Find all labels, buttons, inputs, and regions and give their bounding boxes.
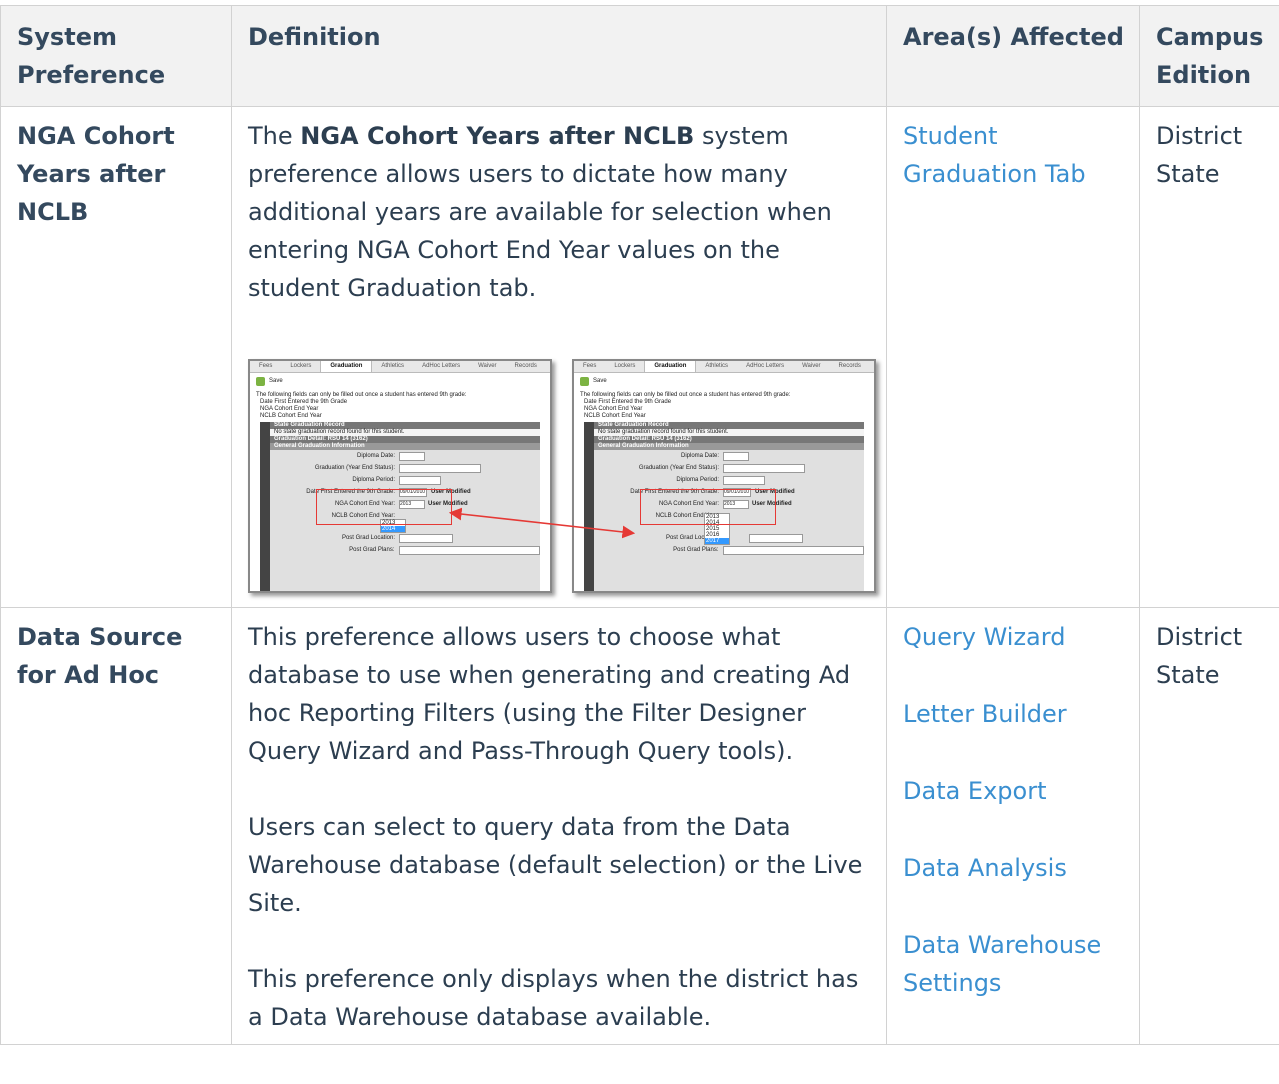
header-system-preference: System Preference bbox=[0, 5, 232, 107]
post-grad-plans-field bbox=[398, 545, 540, 555]
dropdown-option: 2017 bbox=[705, 538, 729, 544]
state-graduation-record: State Graduation Record bbox=[594, 422, 864, 429]
note-line: NCLB Cohort End Year bbox=[260, 413, 322, 419]
note-line: The following fields can only be filled … bbox=[580, 392, 791, 398]
link-data-warehouse-settings[interactable]: Data Warehouse Settings bbox=[903, 926, 1129, 1002]
tab-strip: Fees Lockers Graduation Athletics AdHoc … bbox=[574, 361, 874, 373]
general-info: General Graduation Information bbox=[270, 443, 540, 450]
definition-paragraph: This preference allows users to choose w… bbox=[248, 623, 851, 765]
header-areas-affected: Area(s) Affected bbox=[886, 5, 1140, 107]
link-data-export[interactable]: Data Export bbox=[903, 772, 1129, 810]
tab-athletics: Athletics bbox=[705, 363, 729, 369]
diploma-date-label: Diploma Date: bbox=[356, 452, 395, 459]
tab-strip: Fees Lockers Graduation Athletics AdHoc … bbox=[250, 361, 550, 373]
note-line: The following fields can only be filled … bbox=[256, 392, 467, 398]
tab-athletics: Athletics bbox=[381, 363, 405, 369]
dropdown-option: 2014 bbox=[381, 526, 405, 532]
post-grad-plans-label: Post Grad Plans: bbox=[349, 546, 395, 553]
link-data-analysis[interactable]: Data Analysis bbox=[903, 849, 1129, 887]
post-grad-plans-field bbox=[722, 545, 864, 555]
state-graduation-record: State Graduation Record bbox=[270, 422, 540, 429]
definition-paragraph: This preference only displays when the d… bbox=[248, 965, 859, 1031]
save-icon bbox=[580, 377, 589, 386]
tab-adhoc-letters: AdHoc Letters bbox=[422, 363, 461, 369]
tab-records: Records bbox=[838, 363, 861, 369]
diploma-period-label: Diploma Period: bbox=[676, 476, 719, 483]
note-line: Date First Entered the 9th Grade bbox=[584, 399, 672, 405]
screenshot-pair: Fees Lockers Graduation Athletics AdHoc … bbox=[248, 359, 876, 593]
definition-text: The NGA Cohort Years after NCLB system p… bbox=[248, 117, 876, 307]
note-line: NGA Cohort End Year bbox=[584, 406, 643, 412]
no-record-text: No state graduation record found for thi… bbox=[270, 429, 540, 436]
tab-lockers: Lockers bbox=[614, 363, 636, 369]
note-line: NCLB Cohort End Year bbox=[584, 413, 646, 419]
diploma-date-field bbox=[723, 451, 749, 461]
edition-cell: District State bbox=[1139, 607, 1279, 1045]
note-line: Date First Entered the 9th Grade bbox=[260, 399, 348, 405]
note-line: NGA Cohort End Year bbox=[260, 406, 319, 412]
highlight-box bbox=[316, 489, 452, 525]
post-grad-location-field bbox=[399, 533, 453, 543]
post-grad-location-label: Post Grad Location: bbox=[341, 534, 395, 541]
edition-district: District bbox=[1156, 623, 1243, 651]
graduation-screenshot-after: Fees Lockers Graduation Athletics AdHoc … bbox=[572, 359, 876, 593]
tab-fees: Fees bbox=[583, 363, 597, 369]
edition-district: District bbox=[1156, 122, 1243, 150]
definition-cell: The NGA Cohort Years after NCLB system p… bbox=[231, 106, 887, 608]
tab-waiver: Waiver bbox=[478, 363, 497, 369]
link-student-graduation-tab[interactable]: Student Graduation Tab bbox=[903, 117, 1129, 193]
graduation-status-label: Graduation (Year End Status): bbox=[314, 464, 395, 471]
header-row: System Preference Definition Area(s) Aff… bbox=[0, 5, 1279, 107]
graduation-status-field bbox=[399, 463, 481, 473]
tab-lockers: Lockers bbox=[290, 363, 312, 369]
grade-note: The following fields can only be filled … bbox=[574, 390, 874, 422]
graduation-detail: Graduation Detail: RSU 14 (3162) bbox=[270, 436, 540, 443]
post-grad-plans-label: Post Grad Plans: bbox=[673, 546, 719, 553]
grade-note: The following fields can only be filled … bbox=[250, 390, 550, 422]
save-label: Save bbox=[269, 378, 283, 384]
tab-waiver: Waiver bbox=[802, 363, 821, 369]
save-icon bbox=[256, 377, 265, 386]
save-bar: Save bbox=[574, 373, 874, 390]
graduation-status-field bbox=[723, 463, 805, 473]
table-row: Data Source for Ad Hoc This preference a… bbox=[0, 607, 1279, 1045]
highlight-box bbox=[640, 489, 776, 525]
diploma-period-field bbox=[399, 475, 441, 485]
save-label: Save bbox=[593, 378, 607, 384]
tab-graduation: Graduation bbox=[644, 361, 697, 372]
header-campus-edition: Campus Edition bbox=[1139, 5, 1279, 107]
link-query-wizard[interactable]: Query Wizard bbox=[903, 618, 1129, 656]
edition-state: State bbox=[1156, 160, 1220, 188]
tab-fees: Fees bbox=[259, 363, 273, 369]
tab-records: Records bbox=[514, 363, 537, 369]
post-grad-location-field bbox=[749, 533, 803, 543]
link-letter-builder[interactable]: Letter Builder bbox=[903, 695, 1129, 733]
edition-state: State bbox=[1156, 661, 1220, 689]
definition-bold: NGA Cohort Years after NCLB bbox=[300, 122, 695, 150]
table-row: NGA Cohort Years after NCLB The NGA Coho… bbox=[0, 106, 1279, 608]
header-definition: Definition bbox=[231, 5, 887, 107]
diploma-date-label: Diploma Date: bbox=[680, 452, 719, 459]
diploma-date-field bbox=[399, 451, 425, 461]
preference-name: NGA Cohort Years after NCLB bbox=[0, 106, 232, 608]
preference-name: Data Source for Ad Hoc bbox=[0, 607, 232, 1045]
no-record-text: No state graduation record found for thi… bbox=[594, 429, 864, 436]
graduation-screenshot-before: Fees Lockers Graduation Athletics AdHoc … bbox=[248, 359, 552, 593]
preferences-table: System Preference Definition Area(s) Aff… bbox=[0, 5, 1279, 1045]
graduation-detail: Graduation Detail: RSU 14 (3162) bbox=[594, 436, 864, 443]
diploma-period-label: Diploma Period: bbox=[352, 476, 395, 483]
tab-adhoc-letters: AdHoc Letters bbox=[746, 363, 785, 369]
tab-graduation: Graduation bbox=[320, 361, 373, 372]
areas-cell: Query Wizard Letter Builder Data Export … bbox=[886, 607, 1140, 1045]
general-info: General Graduation Information bbox=[594, 443, 864, 450]
diploma-period-field bbox=[723, 475, 765, 485]
definition-pre: The bbox=[248, 122, 301, 150]
areas-cell: Student Graduation Tab bbox=[886, 106, 1140, 608]
edition-cell: District State bbox=[1139, 106, 1279, 608]
definition-paragraph: Users can select to query data from the … bbox=[248, 813, 863, 917]
graduation-status-label: Graduation (Year End Status): bbox=[638, 464, 719, 471]
save-bar: Save bbox=[250, 373, 550, 390]
definition-cell: This preference allows users to choose w… bbox=[231, 607, 887, 1045]
